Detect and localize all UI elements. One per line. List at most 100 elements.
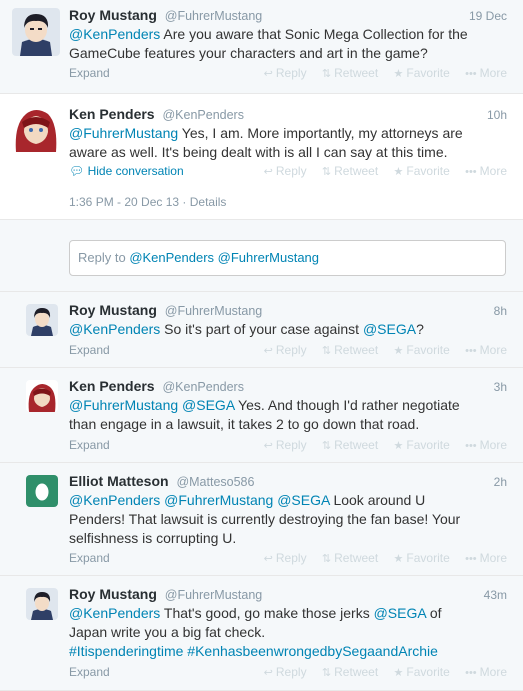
hide-conversation-link[interactable]: 💬︎ Hide conversation: [69, 164, 184, 178]
mention-link-sega[interactable]: @SEGA: [374, 605, 426, 621]
username[interactable]: @Matteso586: [176, 475, 254, 489]
tweet-roy-1[interactable]: Roy Mustang @FuhrerMustang 19 Dec @KenPe…: [0, 0, 523, 94]
reply-button[interactable]: ↩ Reply: [264, 551, 307, 565]
tweet-actions: ↩ Reply ⇅ Retweet ★ Favorite ••• More: [252, 665, 507, 679]
more-button[interactable]: ••• More: [465, 665, 507, 679]
favorite-label: Favorite: [406, 164, 450, 178]
tweet-ken-2[interactable]: Ken Penders @KenPenders 3h @FuhrerMustan…: [0, 368, 523, 463]
mention-link[interactable]: @KenPenders: [69, 605, 160, 621]
retweet-label: Retweet: [334, 343, 379, 357]
tweet-time[interactable]: 19 Dec: [469, 9, 507, 23]
tweet-time[interactable]: 3h: [494, 380, 507, 394]
fullname[interactable]: Ken Penders: [69, 106, 155, 122]
favorite-button[interactable]: ★ Favorite: [394, 66, 450, 80]
reply-icon: ↩: [263, 553, 273, 565]
favorite-button[interactable]: ★ Favorite: [394, 665, 450, 679]
retweet-button[interactable]: ⇅ Retweet: [322, 164, 378, 178]
tweet-actions: ↩ Reply ⇅ Retweet ★ Favorite ••• More: [252, 438, 507, 452]
mention-link[interactable]: @KenPenders: [69, 321, 160, 337]
tweet-text-body: That's good, go make those jerks: [160, 605, 374, 621]
expand-link[interactable]: Expand: [69, 551, 110, 565]
expand-link[interactable]: Expand: [69, 343, 110, 357]
mention-link-sega[interactable]: @SEGA: [363, 321, 416, 337]
expand-link[interactable]: Expand: [69, 66, 110, 80]
reply-icon: ↩: [263, 440, 273, 452]
tweet-elliot[interactable]: Elliot Matteson @Matteso586 2h @KenPende…: [0, 463, 523, 576]
avatar[interactable]: [26, 475, 58, 507]
retweet-button[interactable]: ⇅ Retweet: [322, 551, 378, 565]
fullname[interactable]: Roy Mustang: [69, 302, 157, 318]
retweet-icon: ⇅: [321, 667, 332, 679]
fullname[interactable]: Ken Penders: [69, 378, 155, 394]
username[interactable]: @KenPenders: [162, 108, 244, 122]
avatar[interactable]: [26, 304, 58, 336]
more-button[interactable]: ••• More: [465, 164, 507, 178]
retweet-button[interactable]: ⇅ Retweet: [322, 438, 378, 452]
favorite-button[interactable]: ★ Favorite: [394, 438, 450, 452]
tweet-time[interactable]: 8h: [494, 304, 507, 318]
mention-link[interactable]: @KenPenders: [69, 26, 160, 42]
expand-link[interactable]: Expand: [69, 665, 110, 679]
mention-link[interactable]: @FuhrerMustang: [69, 397, 178, 413]
retweet-label: Retweet: [334, 164, 379, 178]
favorite-button[interactable]: ★ Favorite: [394, 343, 450, 357]
mention-link[interactable]: @KenPenders: [69, 492, 160, 508]
more-icon: •••: [465, 667, 477, 679]
tweet-ken-expanded[interactable]: Ken Penders @KenPenders 10h @FuhrerMusta…: [0, 94, 523, 220]
timestamp[interactable]: 1:36 PM - 20 Dec 13: [69, 195, 179, 209]
avatar[interactable]: [26, 588, 58, 620]
retweet-button[interactable]: ⇅ Retweet: [322, 66, 378, 80]
fullname[interactable]: Roy Mustang: [69, 7, 157, 23]
username[interactable]: @FuhrerMustang: [165, 588, 262, 602]
more-label: More: [479, 665, 507, 679]
retweet-button[interactable]: ⇅ Retweet: [322, 665, 378, 679]
reply-button[interactable]: ↩ Reply: [264, 164, 307, 178]
avatar[interactable]: [12, 8, 60, 56]
retweet-button[interactable]: ⇅ Retweet: [322, 343, 378, 357]
retweet-icon: ⇅: [321, 440, 332, 452]
reply-input[interactable]: Reply to @KenPenders @FuhrerMustang: [69, 240, 506, 276]
mention-link-sega[interactable]: @SEGA: [182, 397, 234, 413]
username[interactable]: @KenPenders: [162, 380, 244, 394]
more-button[interactable]: ••• More: [465, 66, 507, 80]
mention-link-sega[interactable]: @SEGA: [277, 492, 329, 508]
reply-label: Reply: [275, 665, 307, 679]
more-button[interactable]: ••• More: [465, 343, 507, 357]
reply-button[interactable]: ↩ Reply: [264, 438, 307, 452]
star-icon: ★: [393, 166, 404, 178]
mention-link-fuhrer[interactable]: @FuhrerMustang: [164, 492, 273, 508]
username[interactable]: @FuhrerMustang: [165, 9, 262, 23]
mention-link[interactable]: @FuhrerMustang: [69, 125, 178, 141]
hashtag-links[interactable]: #Itispenderingtime #KenhasbeenwrongedbyS…: [69, 643, 438, 659]
favorite-button[interactable]: ★ Favorite: [394, 164, 450, 178]
favorite-label: Favorite: [406, 665, 450, 679]
tweet-time[interactable]: 2h: [494, 475, 507, 489]
tweet-roy-2[interactable]: Roy Mustang @FuhrerMustang 8h @KenPender…: [0, 292, 523, 368]
meta-separator: ·: [182, 195, 190, 209]
more-icon: •••: [465, 166, 477, 178]
tweet-roy-3[interactable]: Roy Mustang @FuhrerMustang 43m @KenPende…: [0, 576, 523, 691]
reply-button[interactable]: ↩ Reply: [264, 66, 307, 80]
avatar[interactable]: [26, 380, 58, 412]
tweet-time[interactable]: 43m: [484, 588, 507, 602]
avatar[interactable]: [12, 104, 60, 152]
reply-button[interactable]: ↩ Reply: [264, 665, 307, 679]
tweet-time[interactable]: 10h: [487, 108, 507, 122]
tweet-meta: 1:36 PM - 20 Dec 13 · Details: [69, 195, 226, 209]
retweet-icon: ⇅: [321, 68, 332, 80]
retweet-icon: ⇅: [321, 166, 332, 178]
fullname[interactable]: Roy Mustang: [69, 586, 157, 602]
reply-button[interactable]: ↩ Reply: [264, 343, 307, 357]
more-icon: •••: [465, 553, 477, 565]
expand-link[interactable]: Expand: [69, 438, 110, 452]
details-link[interactable]: Details: [190, 195, 227, 209]
more-button[interactable]: ••• More: [465, 438, 507, 452]
favorite-button[interactable]: ★ Favorite: [394, 551, 450, 565]
more-button[interactable]: ••• More: [465, 551, 507, 565]
favorite-label: Favorite: [406, 66, 450, 80]
fullname[interactable]: Elliot Matteson: [69, 473, 169, 489]
retweet-label: Retweet: [334, 66, 379, 80]
username[interactable]: @FuhrerMustang: [165, 304, 262, 318]
reply-label: Reply: [275, 343, 307, 357]
reply-label: Reply: [275, 66, 307, 80]
